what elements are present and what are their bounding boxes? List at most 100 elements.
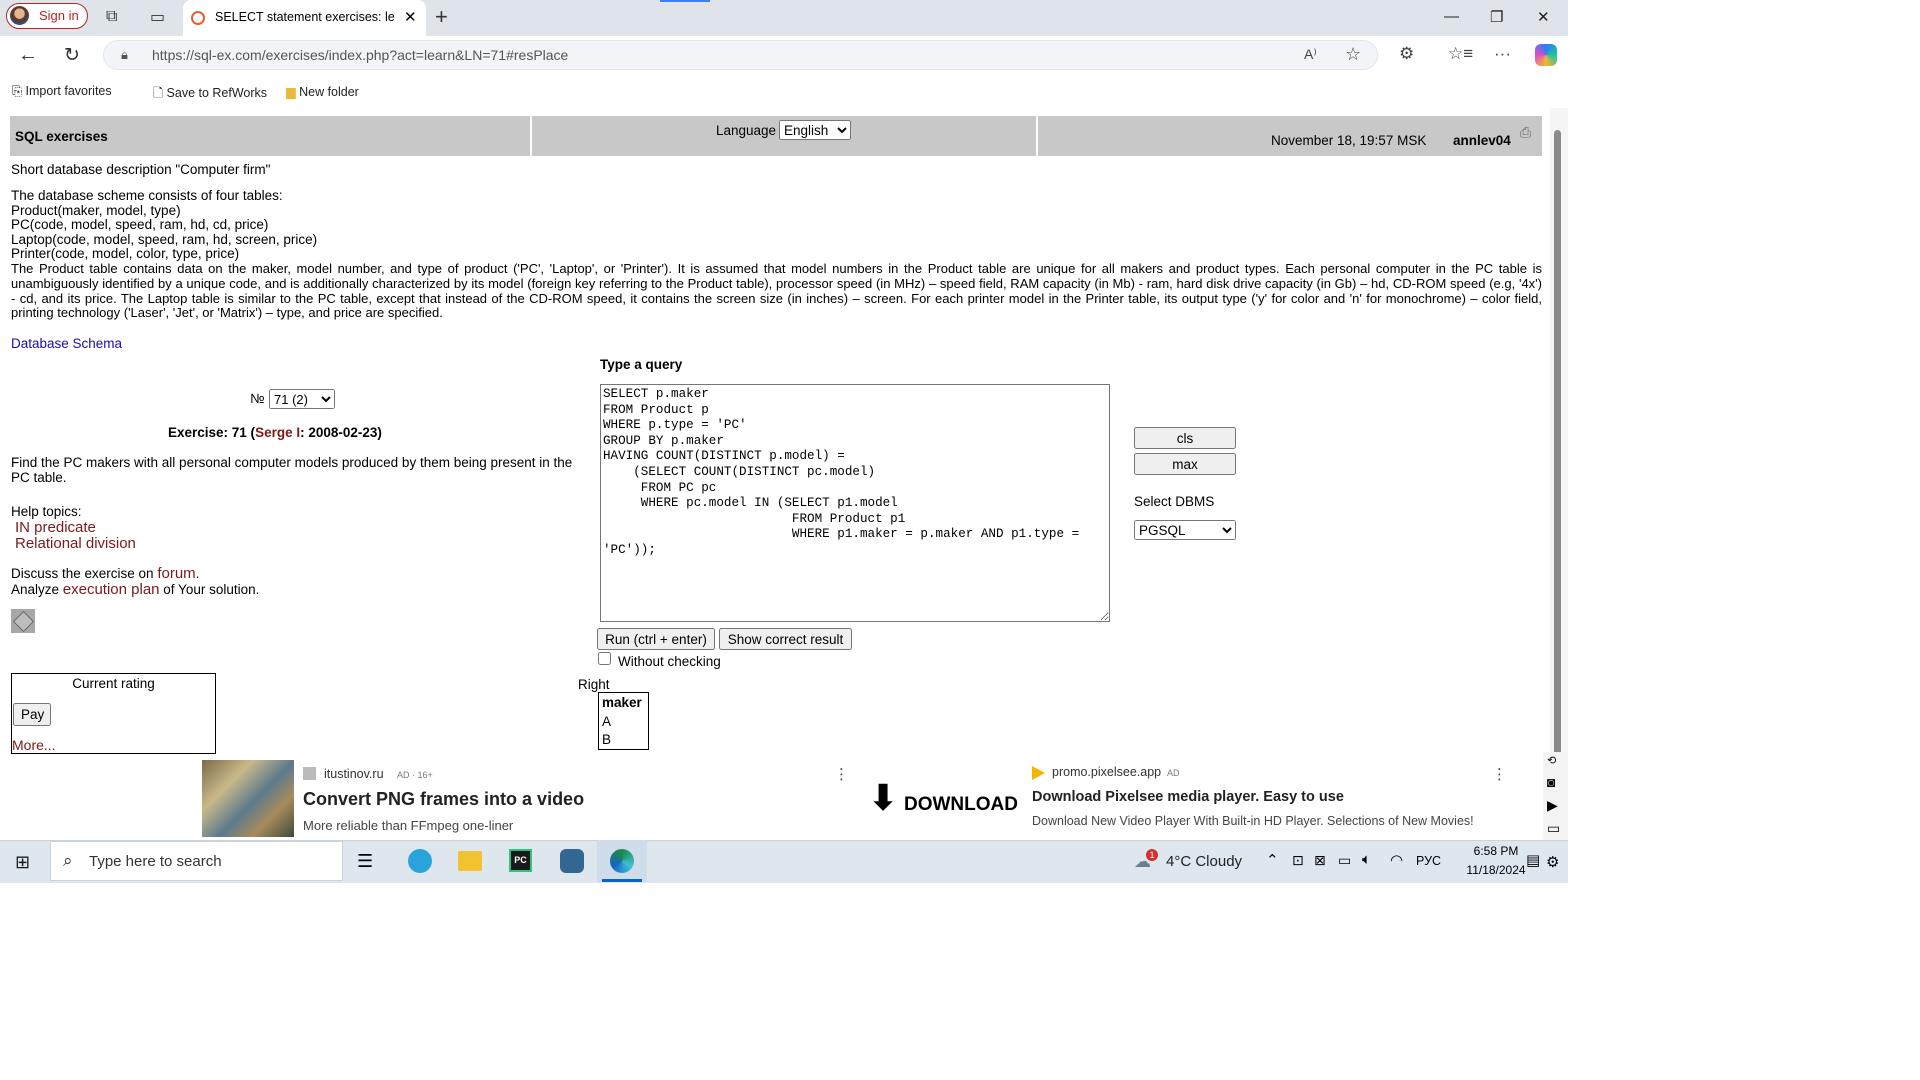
avatar bbox=[10, 6, 29, 25]
help-topic-in-predicate[interactable]: IN predicate bbox=[15, 519, 96, 536]
refresh-icon[interactable]: ↻ bbox=[64, 44, 80, 67]
weather-text[interactable]: 4°C Cloudy bbox=[1166, 853, 1242, 870]
cls-button[interactable]: cls bbox=[1134, 427, 1236, 449]
more-menu-icon[interactable]: ··· bbox=[1494, 44, 1511, 64]
ad-title[interactable]: Download Pixelsee media player. Easy to … bbox=[1032, 789, 1344, 805]
rating-box: Current rating Pay More... bbox=[11, 673, 216, 754]
page-scrollbar[interactable] bbox=[1550, 108, 1568, 848]
ad-site-name[interactable]: itustinov.ru bbox=[324, 767, 384, 781]
query-textarea[interactable] bbox=[600, 384, 1110, 622]
execution-plan-link[interactable]: execution plan bbox=[63, 581, 160, 598]
task-view-icon[interactable]: ☰ bbox=[357, 851, 373, 872]
ad-thumbnail-image[interactable] bbox=[202, 760, 294, 837]
telegram-icon[interactable] bbox=[408, 849, 432, 873]
input-language[interactable]: РУС bbox=[1416, 854, 1441, 868]
language-select[interactable]: English bbox=[779, 120, 851, 140]
file-explorer-icon[interactable] bbox=[458, 851, 482, 871]
sign-in-button[interactable]: Sign in bbox=[6, 3, 88, 29]
minimize-icon[interactable]: — bbox=[1444, 8, 1459, 25]
ad-tag: AD · 16+ bbox=[397, 770, 433, 780]
exercise-task: Find the PC makers with all personal com… bbox=[11, 455, 573, 485]
back-icon[interactable]: ← bbox=[18, 44, 38, 67]
header-title-cell: SQL exercises bbox=[10, 116, 530, 156]
folder-icon: ▆ bbox=[286, 85, 300, 99]
ad-menu-icon[interactable]: ⋮ bbox=[834, 765, 849, 783]
url-text[interactable]: https://sql-ex.com/exercises/index.php?a… bbox=[152, 47, 568, 63]
search-placeholder: Type here to search bbox=[89, 853, 222, 870]
clock-date[interactable]: 11/18/2024 bbox=[1463, 863, 1529, 877]
save-to-refworks-item[interactable]: 🗋 Save to RefWorks bbox=[153, 84, 267, 105]
edge-icon bbox=[610, 849, 634, 873]
username[interactable]: annlev04 bbox=[1453, 133, 1511, 148]
scrollbar-thumb[interactable] bbox=[1554, 130, 1561, 848]
more-link[interactable]: More... bbox=[12, 737, 56, 753]
ad-menu-icon[interactable]: ⋮ bbox=[1492, 765, 1507, 783]
ad-site-name[interactable]: promo.pixelsee.app bbox=[1052, 765, 1161, 779]
windows-start-icon[interactable]: ⊞ bbox=[15, 852, 30, 873]
forum-link[interactable]: forum bbox=[157, 565, 195, 582]
dbms-select[interactable]: PGSQL bbox=[1134, 520, 1236, 540]
help-topics-label: Help topics: bbox=[11, 504, 82, 519]
read-aloud-icon[interactable]: A⁾ bbox=[1304, 46, 1317, 63]
taskbar-search-box[interactable]: ⌕ Type here to search bbox=[50, 841, 343, 881]
result-table: maker A B bbox=[598, 692, 649, 750]
sign-in-label: Sign in bbox=[39, 8, 79, 23]
exercise-number-select[interactable]: 71 (2) bbox=[269, 389, 335, 409]
rating-title: Current rating bbox=[72, 676, 155, 691]
tab-sql-exercises[interactable]: SELECT statement exercises: learn ✕ bbox=[183, 0, 426, 36]
video-icon[interactable]: ▶ bbox=[1547, 797, 1558, 814]
without-checking-checkbox[interactable] bbox=[598, 652, 611, 665]
camera-icon[interactable]: ◙ bbox=[1547, 774, 1555, 790]
help-topic-relational-division[interactable]: Relational division bbox=[15, 535, 136, 552]
lock-icon[interactable]: 🔒︎ bbox=[121, 47, 128, 63]
meet-now-icon[interactable]: ⊠ bbox=[1314, 852, 1326, 869]
favorites-list-icon[interactable]: ☆≡ bbox=[1448, 44, 1473, 64]
diamond-button[interactable] bbox=[11, 609, 35, 633]
database-schema-link[interactable]: Database Schema bbox=[11, 336, 122, 351]
device-icon[interactable]: ⊡ bbox=[1292, 852, 1304, 869]
new-tab-icon[interactable]: + bbox=[435, 4, 448, 30]
logout-icon[interactable]: ⎙ bbox=[1520, 124, 1531, 141]
table-product: Product(maker, model, type) bbox=[11, 202, 181, 218]
import-icon: ⎘ bbox=[12, 84, 26, 98]
close-tab-icon[interactable]: ✕ bbox=[404, 8, 417, 26]
analyze-line: Analyze execution plan of Your solution. bbox=[11, 581, 260, 598]
import-favorites-item[interactable]: ⎘ Import favorites bbox=[12, 84, 112, 99]
camera-rotate-icon[interactable]: ⟲ bbox=[1547, 754, 1556, 767]
wifi-icon[interactable]: ◠ bbox=[1390, 851, 1403, 869]
clock-time[interactable]: 6:58 PM bbox=[1466, 844, 1526, 858]
favorite-star-icon[interactable]: ☆ bbox=[1345, 44, 1361, 65]
settings-gear-icon[interactable]: ⚙ bbox=[1546, 853, 1559, 871]
exercise-title: Exercise: 71 (Serge I: 2008-02-23) bbox=[168, 425, 382, 440]
copilot-icon[interactable] bbox=[1535, 44, 1557, 66]
collections-icon[interactable]: ⧉ bbox=[106, 8, 117, 26]
volume-icon[interactable]: 🔈︎ bbox=[1362, 851, 1371, 868]
edge-taskbar-button[interactable] bbox=[597, 840, 647, 882]
pycharm-icon[interactable]: PC bbox=[509, 849, 532, 872]
pay-button[interactable]: Pay bbox=[13, 703, 51, 726]
ad-download-image[interactable]: ⬇ DOWNLOAD bbox=[862, 776, 1022, 836]
notifications-icon[interactable]: ▤ bbox=[1526, 851, 1540, 869]
show-correct-result-button[interactable]: Show correct result bbox=[719, 628, 852, 650]
result-column-header: maker bbox=[602, 695, 642, 710]
postgresql-icon[interactable] bbox=[560, 849, 584, 873]
ad-image-text: DOWNLOAD bbox=[904, 794, 1018, 815]
datetime-text: November 18, 19:57 MSK bbox=[1271, 133, 1427, 148]
ad-title[interactable]: Convert PNG frames into a video bbox=[303, 789, 584, 810]
new-folder-item[interactable]: ▆ New folder bbox=[286, 84, 359, 99]
extensions-icon[interactable]: ⚙ bbox=[1399, 44, 1414, 64]
restore-icon[interactable]: ❐ bbox=[1490, 8, 1503, 26]
select-dbms-label: Select DBMS bbox=[1134, 494, 1215, 509]
download-arrow-icon: ⬇ bbox=[868, 777, 899, 818]
tab-actions-icon[interactable]: ▭ bbox=[150, 7, 165, 27]
header-language-cell: Language English bbox=[532, 116, 1036, 156]
diamond-icon bbox=[12, 610, 35, 633]
run-button[interactable]: Run (ctrl + enter) bbox=[597, 628, 715, 650]
chevron-up-icon[interactable]: ⌃ bbox=[1266, 851, 1279, 869]
max-button[interactable]: max bbox=[1134, 453, 1236, 475]
ad-description: Download New Video Player With Built-in … bbox=[1032, 814, 1474, 828]
search-icon: ⌕ bbox=[63, 851, 73, 870]
window-icon[interactable]: ▭ bbox=[1547, 820, 1560, 837]
battery-icon[interactable]: ▭ bbox=[1338, 852, 1351, 869]
close-window-icon[interactable]: ✕ bbox=[1537, 8, 1550, 26]
